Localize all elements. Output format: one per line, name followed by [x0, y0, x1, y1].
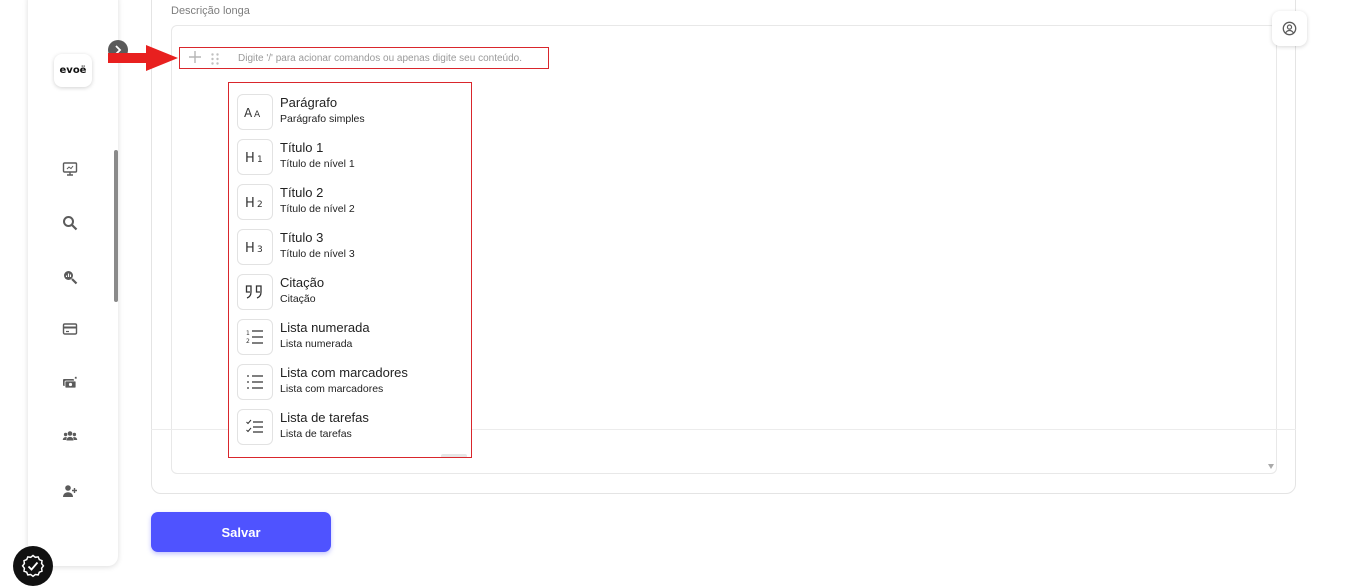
money-icon [63, 376, 77, 389]
svg-text:A: A [254, 110, 261, 119]
menu-item-subtitle: Título de nível 2 [280, 203, 355, 215]
sidebar-item-monitor[interactable] [61, 160, 79, 178]
annotation-arrow-icon [108, 45, 178, 71]
heading-1-icon: H1 [237, 139, 273, 175]
menu-item-numbered-list[interactable]: 12 Lista numerada Lista numerada [237, 317, 465, 359]
slash-command-menu: AA Parágrafo Parágrafo simples H1 Título… [228, 82, 472, 458]
menu-item-bulleted-list[interactable]: Lista com marcadores Lista com marcadore… [237, 362, 465, 404]
editor-scroll-down-arrow[interactable] [1268, 464, 1274, 469]
heading-2-icon: H2 [237, 184, 273, 220]
paragraph-icon: AA [237, 94, 273, 130]
long-description-label: Descrição longa [171, 5, 250, 17]
quote-icon [237, 274, 273, 310]
menu-item-task-list[interactable]: Lista de tarefas Lista de tarefas [237, 407, 465, 449]
menu-item-subtitle: Título de nível 3 [280, 248, 355, 260]
menu-item-title: Lista com marcadores [280, 365, 408, 380]
sidebar: evoë [28, 0, 128, 566]
menu-item-title: Citação [280, 275, 325, 290]
user-circle-icon [1282, 21, 1297, 36]
task-list-icon [237, 409, 273, 445]
menu-item-title: Parágrafo [280, 95, 338, 110]
sidebar-scrollbar[interactable] [114, 150, 118, 302]
group-icon [62, 431, 78, 441]
add-block-button[interactable] [188, 50, 204, 66]
menu-item-subtitle: Lista numerada [280, 338, 353, 350]
bulleted-list-icon [237, 364, 273, 400]
menu-item-subtitle: Lista de tarefas [280, 428, 352, 440]
app-logo[interactable]: evoë [54, 54, 92, 87]
menu-item-subtitle: Citação [280, 293, 316, 305]
drag-dots-icon [211, 53, 219, 65]
sidebar-item-add-user[interactable] [61, 482, 79, 500]
search-analytics-icon [64, 271, 78, 285]
credit-card-icon [62, 323, 78, 335]
menu-item-subtitle: Parágrafo simples [280, 113, 365, 125]
sidebar-item-groups[interactable] [61, 427, 79, 445]
svg-text:H: H [245, 196, 255, 209]
menu-item-heading-2[interactable]: H2 Título 2 Título de nível 2 [237, 182, 465, 224]
menu-item-title: Título 2 [280, 185, 324, 200]
menu-item-title: Lista numerada [280, 320, 370, 335]
svg-text:A: A [244, 106, 253, 119]
svg-text:2: 2 [246, 338, 250, 345]
menu-item-heading-3[interactable]: H3 Título 3 Título de nível 3 [237, 227, 465, 269]
menu-item-title: Título 1 [280, 140, 324, 155]
account-button[interactable] [1272, 11, 1307, 46]
sidebar-item-analytics[interactable] [61, 268, 79, 286]
floating-widget-button[interactable] [13, 546, 53, 586]
sidebar-item-finance[interactable] [61, 374, 79, 392]
svg-text:H: H [245, 151, 255, 164]
sidebar-item-search[interactable] [61, 214, 79, 232]
menu-item-quote[interactable]: Citação Citação [237, 272, 465, 314]
menu-item-subtitle: Título de nível 1 [280, 158, 355, 170]
menu-item-subtitle: Lista com marcadores [280, 383, 384, 395]
monitor-icon [62, 162, 78, 176]
drag-handle[interactable] [210, 52, 220, 66]
editor-placeholder: Digite '/' para acionar comandos ou apen… [238, 53, 523, 64]
menu-scroll-indicator [441, 454, 467, 457]
sidebar-item-payments[interactable] [61, 320, 79, 338]
add-user-icon [63, 485, 77, 497]
numbered-list-icon: 12 [237, 319, 273, 355]
menu-item-title: Título 3 [280, 230, 324, 245]
svg-text:3: 3 [257, 245, 263, 254]
editor-empty-block-highlight[interactable]: Digite '/' para acionar comandos ou apen… [179, 47, 549, 69]
badge-check-icon [21, 554, 45, 578]
menu-item-paragraph[interactable]: AA Parágrafo Parágrafo simples [237, 92, 465, 134]
logo-text: evoë [59, 65, 87, 76]
save-button[interactable]: Salvar [151, 512, 331, 552]
plus-icon [189, 51, 201, 63]
search-icon [63, 216, 78, 231]
svg-text:H: H [245, 241, 255, 254]
svg-text:1: 1 [246, 330, 250, 337]
svg-text:2: 2 [257, 200, 263, 209]
heading-3-icon: H3 [237, 229, 273, 265]
svg-text:1: 1 [257, 155, 263, 164]
menu-item-heading-1[interactable]: H1 Título 1 Título de nível 1 [237, 137, 465, 179]
menu-item-title: Lista de tarefas [280, 410, 369, 425]
